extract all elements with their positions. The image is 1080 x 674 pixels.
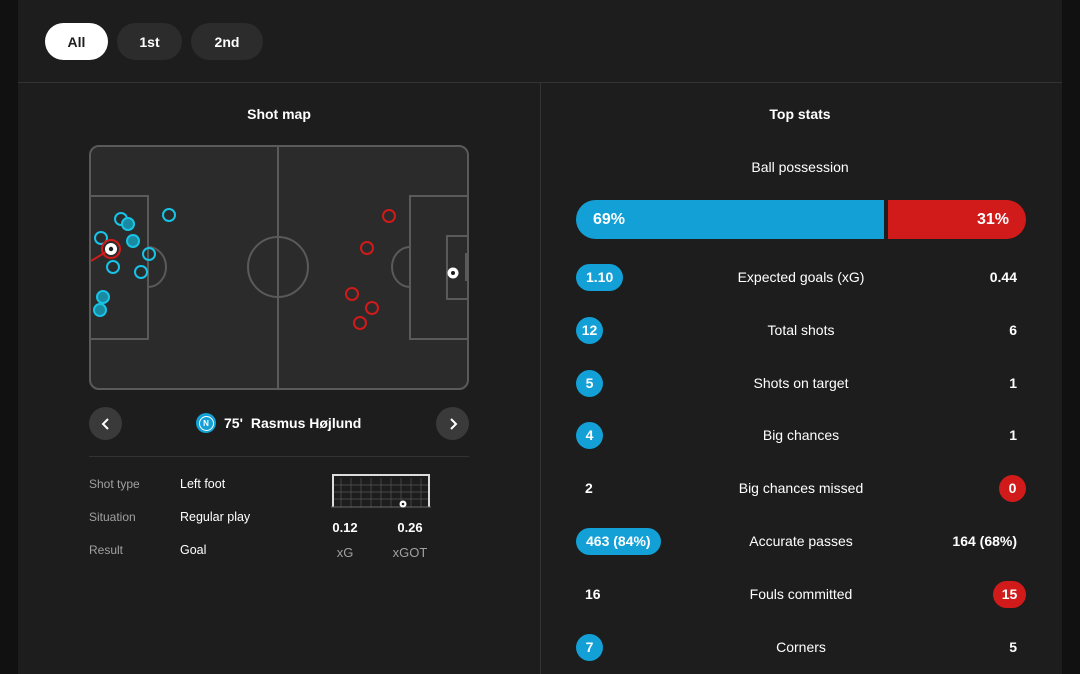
stat-label: Corners [776,639,826,655]
tab-all[interactable]: All [45,23,108,60]
shot-marker [96,290,110,304]
selected-shot-summary: N 75' Rasmus Højlund [196,413,361,433]
stat-row-corners: 7 Corners 5 [576,633,1026,661]
stat-home-value: 5 [576,369,603,397]
stat-home-value: 7 [576,633,603,661]
stat-label: Big chances [762,427,840,443]
stat-home-value: 4 [576,421,603,449]
next-shot-button[interactable] [436,407,469,440]
stat-away-value: 1 [1009,375,1017,391]
stat-away-value: 6 [1009,322,1017,338]
club-badge-icon: N [196,413,216,433]
stat-label: Big chances missed [738,480,864,496]
stat-row-fouls: 16 Fouls committed 15 [576,580,1026,608]
stat-row-big-chances: 4 Big chances 1 [576,421,1026,449]
situation-value: Regular play [180,510,251,524]
previous-shot-button[interactable] [89,407,122,440]
stat-label: Fouls committed [749,586,853,602]
stat-away-value: 15 [993,580,1026,608]
possession-bar: 69% 31% [576,200,1026,239]
stat-row-xg: 1.10 Expected goals (xG) 0.44 [576,263,1026,291]
stat-away-value: 0.44 [989,269,1017,285]
stat-away-value: 0 [999,474,1026,502]
stat-home-value: 1.10 [576,263,624,291]
tab-2nd[interactable]: 2nd [191,23,263,60]
stat-home-value: 2 [585,480,593,496]
shot-map-pitch[interactable] [89,145,469,390]
chevron-right-icon [449,417,457,430]
possession-label: Ball possession [751,159,849,175]
tab-1st[interactable]: 1st [117,23,182,60]
stat-home-value: 12 [576,316,603,344]
shot-type-value: Left foot [180,477,226,491]
possession-away-value: 31% [976,210,1009,228]
chevron-left-icon [101,417,109,430]
possession-away-bar: 31% [888,200,1026,239]
shot-map-title: Shot map [247,106,311,122]
stat-home-value: 463 (84%) [576,527,661,555]
shot-minute: 75' [224,415,243,431]
shot-type-label: Shot type [89,477,140,491]
stat-row-big-chances-missed: 2 Big chances missed 0 [576,474,1026,502]
result-value: Goal [180,543,207,557]
stat-label: Expected goals (xG) [737,269,865,285]
stat-away-value: 1 [1009,427,1017,443]
right-goal [465,253,469,281]
stat-label: Shots on target [753,375,849,391]
stat-away-value: 5 [1009,639,1017,655]
shot-marker [126,234,140,248]
top-stats-title: Top stats [769,106,831,122]
stat-row-shots-on-target: 5 Shots on target 1 [576,369,1026,397]
possession-home-value: 69% [593,210,626,228]
stat-label: Accurate passes [749,533,853,549]
xgot-label: xGOT [392,545,428,560]
shot-marker [121,217,135,231]
result-label: Result [89,543,124,557]
stat-row-accurate-passes: 463 (84%) Accurate passes 164 (68%) [576,527,1026,555]
stat-home-value: 16 [585,586,601,602]
possession-home-bar: 69% [576,200,884,239]
period-tabs: All 1st 2nd [45,23,263,60]
club-badge-letter: N [198,415,214,431]
xg-label: xG [336,545,354,560]
stat-row-total-shots: 12 Total shots 6 [576,316,1026,344]
shot-details-divider [89,456,469,457]
situation-label: Situation [89,510,136,524]
shot-player-name: Rasmus Højlund [250,415,362,431]
xg-value: 0.12 [332,520,358,535]
stat-away-value: 164 (68%) [952,533,1017,549]
shot-marker [93,303,107,317]
stat-label: Total shots [767,322,835,338]
goal-frame-icon [331,474,431,508]
column-divider [540,83,541,674]
xgot-value: 0.26 [397,520,423,535]
